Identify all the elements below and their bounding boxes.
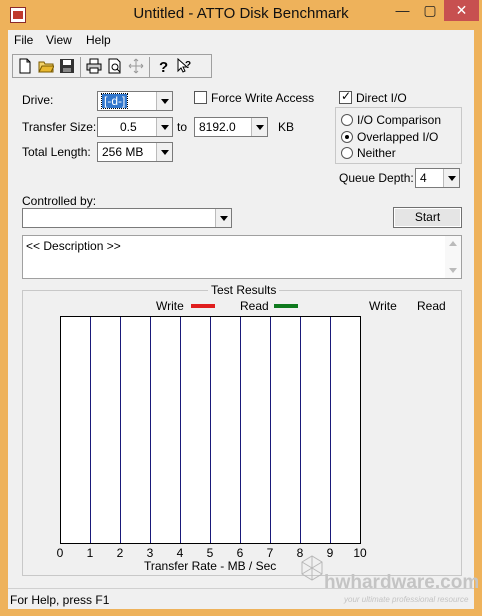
x-tick-label: 0 <box>56 546 64 560</box>
chevron-down-icon[interactable] <box>215 209 231 227</box>
new-document-icon[interactable] <box>15 57 35 76</box>
transfer-from-select[interactable]: 0.5 <box>97 117 173 137</box>
status-bar: For Help, press F1 <box>8 588 474 609</box>
drive-select[interactable]: [-d-] <box>97 91 173 111</box>
drive-value: [-d-] <box>100 93 129 109</box>
queue-depth-select[interactable]: 4 <box>415 168 460 188</box>
chart-gridline <box>150 317 151 543</box>
x-tick-label: 1 <box>86 546 94 560</box>
transfer-to-select[interactable]: 8192.0 <box>194 117 268 137</box>
minimize-button[interactable]: — <box>389 0 416 21</box>
chart-gridline <box>300 317 301 543</box>
chart-gridline <box>180 317 181 543</box>
toolbar-separator <box>80 57 81 77</box>
read-legend-label: Read <box>240 299 269 313</box>
controlled-by-label: Controlled by: <box>22 194 97 208</box>
chart-gridline <box>330 317 331 543</box>
chart-gridline <box>240 317 241 543</box>
scroll-down-icon[interactable] <box>449 268 457 273</box>
radio-overlapped-io[interactable] <box>341 131 353 143</box>
transfer-size-label: Transfer Size: <box>22 120 97 134</box>
x-tick-label: 3 <box>146 546 154 560</box>
chevron-down-icon[interactable] <box>443 169 459 187</box>
start-button[interactable]: Start <box>393 207 462 228</box>
kb-label: KB <box>278 120 295 134</box>
menu-file[interactable]: File <box>14 33 33 47</box>
print-preview-icon[interactable] <box>105 57 125 76</box>
test-results-title: Test Results <box>208 283 280 297</box>
description-text: << Description >> <box>26 239 121 253</box>
menu-help[interactable]: Help <box>86 33 111 47</box>
write-column-header: Write <box>369 299 397 313</box>
direct-io-label: Direct I/O <box>356 91 407 105</box>
open-folder-icon[interactable] <box>36 57 56 76</box>
transfer-to-value: 8192.0 <box>199 120 236 134</box>
x-tick-label: 5 <box>206 546 214 560</box>
save-icon[interactable] <box>57 57 77 76</box>
transfer-from-value: 0.5 <box>120 120 137 134</box>
read-legend-swatch <box>274 304 298 308</box>
radio-overlapped-io-label: Overlapped I/O <box>357 130 439 144</box>
chevron-down-icon[interactable] <box>251 118 267 136</box>
status-text: For Help, press F1 <box>10 593 110 607</box>
controlled-by-select[interactable] <box>22 208 232 228</box>
chart-gridline <box>90 317 91 543</box>
x-tick-label: 7 <box>266 546 274 560</box>
chevron-down-icon[interactable] <box>156 118 172 136</box>
scroll-up-icon[interactable] <box>449 241 457 246</box>
move-icon[interactable] <box>126 57 146 76</box>
radio-io-comparison-label: I/O Comparison <box>357 113 442 127</box>
write-legend-swatch <box>191 304 215 308</box>
x-tick-label: 4 <box>176 546 184 560</box>
maximize-button[interactable]: ▢ <box>417 0 443 21</box>
description-scrollbar[interactable] <box>445 236 461 278</box>
svg-text:?: ? <box>159 59 168 74</box>
client-area: File View Help ? ? Drive: [-d-] Force Wr… <box>8 30 478 609</box>
chevron-down-icon[interactable] <box>156 143 172 161</box>
to-label: to <box>177 120 188 134</box>
toolbar-separator <box>149 57 150 77</box>
x-axis-label: Transfer Rate - MB / Sec <box>144 559 277 573</box>
radio-io-comparison[interactable] <box>341 114 353 126</box>
x-tick-label: 6 <box>236 546 244 560</box>
read-column-header: Read <box>417 299 446 313</box>
radio-neither-label: Neither <box>357 146 396 160</box>
chevron-down-icon[interactable] <box>156 92 172 110</box>
help-icon[interactable]: ? <box>153 57 173 76</box>
context-help-icon[interactable]: ? <box>174 57 194 76</box>
print-icon[interactable] <box>84 57 104 76</box>
total-length-select[interactable]: 256 MB <box>97 142 173 162</box>
close-button[interactable]: ✕ <box>444 0 479 21</box>
chart-gridline <box>270 317 271 543</box>
chart-gridline <box>120 317 121 543</box>
description-textarea[interactable]: << Description >> <box>22 235 462 279</box>
drive-label: Drive: <box>22 93 54 107</box>
title-bar[interactable]: Untitled - ATTO Disk Benchmark — ▢ ✕ <box>0 0 482 30</box>
menu-bar: File View Help <box>8 30 474 51</box>
toolbar: ? ? <box>12 54 212 78</box>
queue-depth-label: Queue Depth: <box>339 171 414 185</box>
app-window: Untitled - ATTO Disk Benchmark — ▢ ✕ Fil… <box>0 0 482 616</box>
direct-io-checkbox[interactable] <box>339 89 352 104</box>
force-write-label: Force Write Access <box>211 91 315 105</box>
svg-text:?: ? <box>185 60 191 71</box>
total-length-label: Total Length: <box>22 145 91 159</box>
x-tick-label: 2 <box>116 546 124 560</box>
write-legend-label: Write <box>156 299 184 313</box>
radio-neither[interactable] <box>341 147 353 159</box>
menu-view[interactable]: View <box>46 33 72 47</box>
force-write-checkbox[interactable] <box>194 91 207 104</box>
results-chart <box>60 316 361 544</box>
chart-gridline <box>210 317 211 543</box>
total-length-value: 256 MB <box>102 145 144 159</box>
queue-depth-value: 4 <box>420 171 427 185</box>
